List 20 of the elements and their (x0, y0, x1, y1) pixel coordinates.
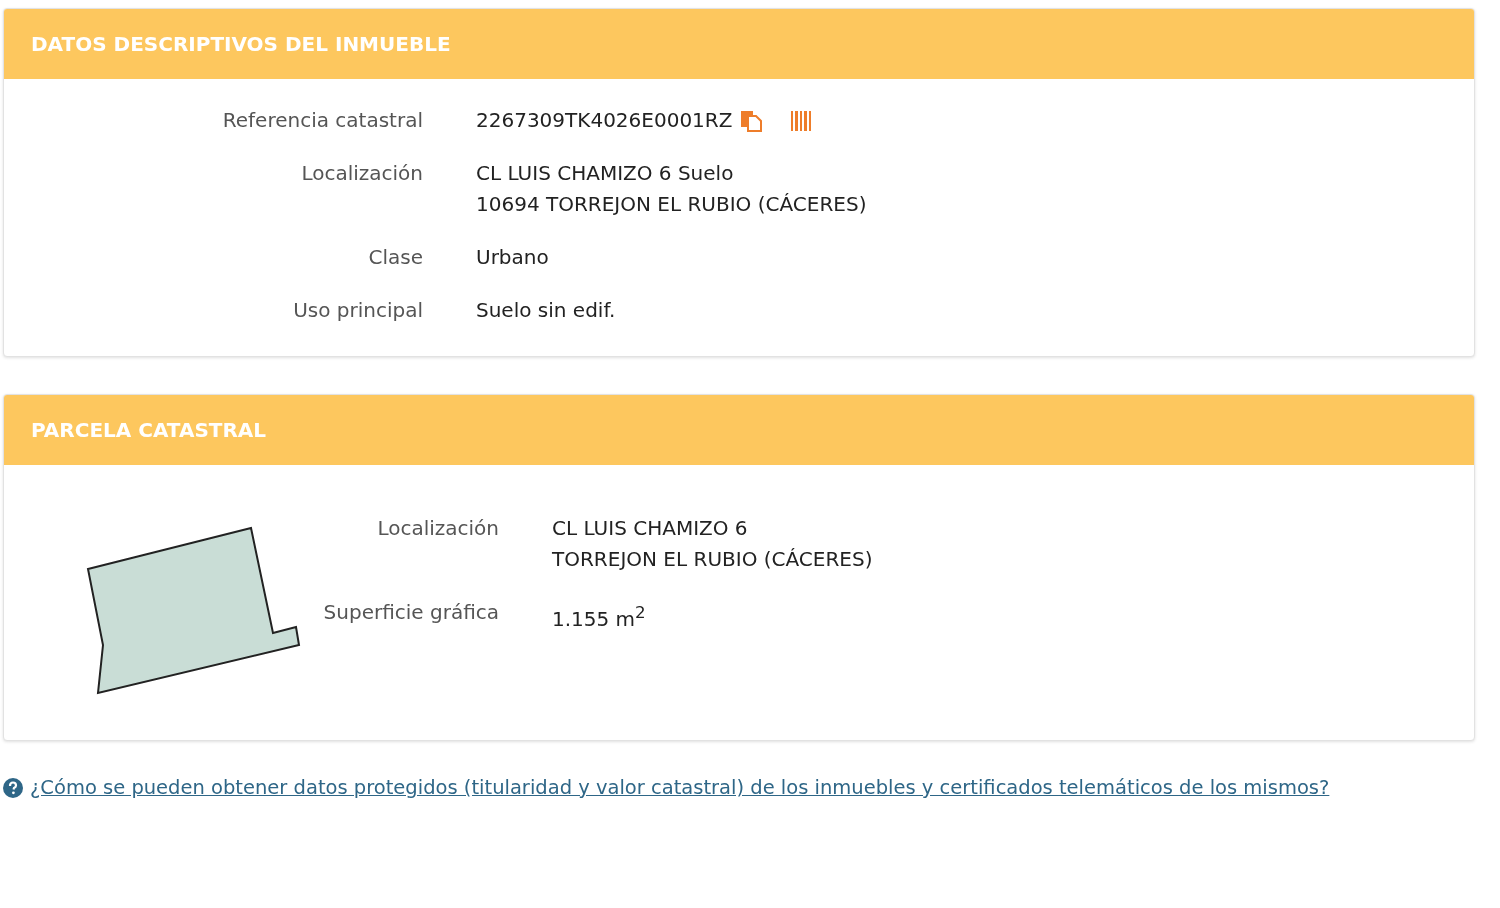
panel-header: PARCELA CATASTRAL (4, 395, 1474, 465)
field-value: TORREJON EL RUBIO (CÁCERES) (552, 546, 873, 573)
field-value: CL LUIS CHAMIZO 6 (552, 515, 748, 542)
field-value: Suelo sin edif. (476, 297, 616, 324)
copy-icon[interactable] (740, 109, 763, 132)
field-value: 2267309TK4026E0001RZ (476, 107, 733, 134)
field-label: Uso principal (292, 297, 424, 324)
field-label: Referencia catastral (221, 107, 424, 134)
help-link[interactable]: ¿Cómo se pueden obtener datos protegidos (titularidad y valor catastral) de los inmuebles y certificados telemáticos de los mismos? (30, 776, 1330, 799)
help-icon (3, 777, 23, 798)
panel-header: DATOS DESCRIPTIVOS DEL INMUEBLE (4, 9, 1474, 79)
field-label: Superficie gráfica (322, 599, 500, 626)
field-value: Urbano (476, 244, 549, 271)
field-label: Clase (367, 244, 424, 271)
field-value: 10694 TORREJON EL RUBIO (CÁCERES) (476, 191, 867, 218)
field-value: CL LUIS CHAMIZO 6 Suelo (476, 160, 734, 187)
field-label: Localización (376, 515, 500, 542)
barcode-icon[interactable] (790, 109, 813, 132)
field-label: Localización (300, 160, 424, 187)
field-value: 1.155 m$^{2}$ (552, 602, 646, 633)
